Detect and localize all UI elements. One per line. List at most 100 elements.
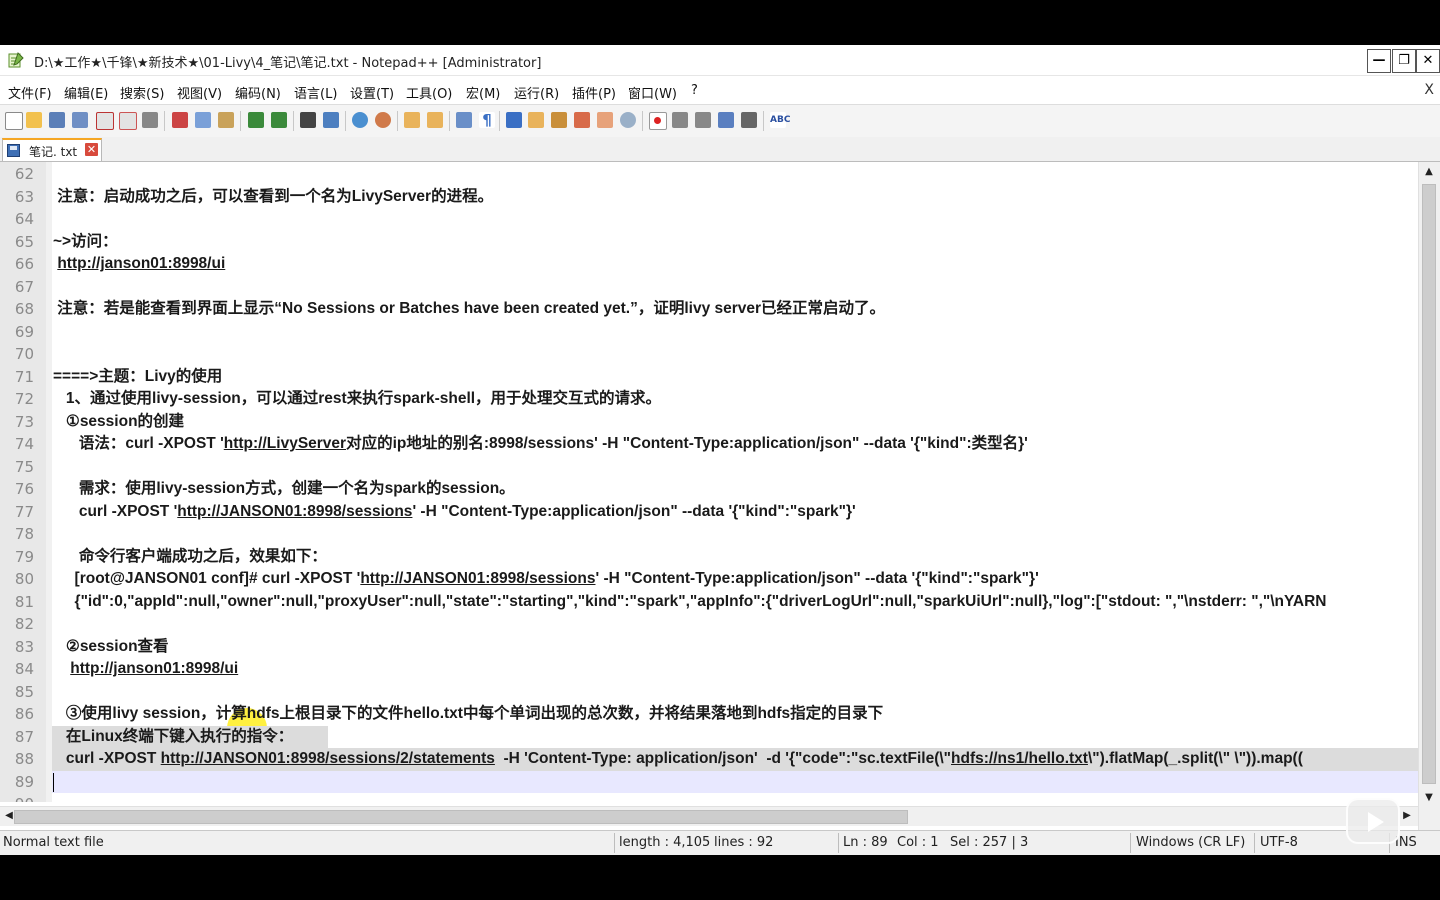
- editor-line[interactable]: 63 注意：启动成功之后，可以查看到一个名为LivyServer的进程。: [0, 186, 1418, 209]
- zoom-out-icon[interactable]: [375, 112, 391, 128]
- menu-window[interactable]: 窗口(W): [628, 83, 677, 102]
- editor-line[interactable]: 85: [0, 681, 1418, 704]
- status-encoding[interactable]: UTF-8: [1260, 835, 1298, 850]
- menu-language[interactable]: 语言(L): [294, 83, 337, 102]
- editor-line[interactable]: 72 1、通过使用livy-session，可以通过rest来执行spark-s…: [0, 388, 1418, 411]
- editor-line[interactable]: 62: [0, 163, 1418, 186]
- scroll-right-arrow-icon[interactable]: ▶: [1398, 808, 1416, 824]
- save-macro-icon[interactable]: [741, 112, 757, 128]
- menu-edit[interactable]: 编辑(E): [64, 83, 108, 102]
- zoom-in-icon[interactable]: [352, 112, 368, 128]
- horizontal-scroll-thumb[interactable]: [14, 810, 908, 824]
- redo-icon[interactable]: [271, 112, 287, 128]
- copy-icon[interactable]: [195, 112, 211, 128]
- function-list-icon[interactable]: [574, 112, 590, 128]
- undo-icon[interactable]: [248, 112, 264, 128]
- editor-line[interactable]: 76 需求：使用livy-session方式，创建一个名为spark的sessi…: [0, 478, 1418, 501]
- editor-line[interactable]: 89: [0, 770, 1418, 793]
- menu-view[interactable]: 视图(V): [177, 83, 222, 102]
- cut-icon[interactable]: [172, 112, 188, 128]
- line-number: 65: [14, 232, 34, 251]
- horizontal-scrollbar[interactable]: ◀ ▶: [0, 806, 1418, 826]
- editor-line[interactable]: 82: [0, 613, 1418, 636]
- editor-line[interactable]: 66 http://janson01:8998/ui: [0, 253, 1418, 276]
- user-defined-language-icon[interactable]: [528, 112, 544, 128]
- status-column: Col : 1: [897, 835, 939, 850]
- document-map-icon[interactable]: [551, 112, 567, 128]
- save-all-icon[interactable]: [72, 112, 88, 128]
- editor-line[interactable]: 65 ~>访问：: [0, 231, 1418, 254]
- record-macro-icon[interactable]: [649, 112, 667, 130]
- folder-as-workspace-icon[interactable]: [597, 112, 613, 128]
- editor-line[interactable]: 68 注意：若是能查看到界面上显示“No Sessions or Batches…: [0, 298, 1418, 321]
- editor-line[interactable]: 77 curl -XPOST 'http://JANSON01:8998/ses…: [0, 501, 1418, 524]
- menu-file[interactable]: 文件(F): [8, 83, 52, 102]
- editor-line[interactable]: 64: [0, 208, 1418, 231]
- tab-close-icon[interactable]: ✕: [85, 143, 98, 156]
- scroll-down-arrow-icon[interactable]: ▼: [1420, 790, 1438, 806]
- menu-run[interactable]: 运行(R): [514, 83, 559, 102]
- editor-line[interactable]: 90: [0, 793, 1418, 802]
- sync-vertical-icon[interactable]: [404, 112, 420, 128]
- title-bar[interactable]: D:\★工作★\千锋\★新技术★\01-Livy\4_笔记\笔记.txt - N…: [0, 45, 1440, 76]
- menu-tools[interactable]: 工具(O): [406, 83, 452, 102]
- editor-line[interactable]: 69: [0, 321, 1418, 344]
- scroll-up-arrow-icon[interactable]: ▲: [1420, 164, 1438, 180]
- toolbar-separator: [397, 111, 398, 131]
- line-number: 73: [14, 412, 34, 431]
- editor-line[interactable]: 75: [0, 456, 1418, 479]
- editor-line[interactable]: 86 ③使用livy session，计算hdfs上根目录下的文件hello.t…: [0, 703, 1418, 748]
- editor-line[interactable]: 83 ②session查看: [0, 636, 1418, 659]
- paste-icon[interactable]: [218, 112, 234, 128]
- editor-line[interactable]: 78: [0, 523, 1418, 546]
- menu-settings[interactable]: 设置(T): [350, 83, 394, 102]
- tab-notes-txt[interactable]: 笔记. txt ✕: [2, 138, 102, 161]
- print-icon[interactable]: [142, 112, 158, 128]
- menu-help[interactable]: ?: [691, 83, 698, 98]
- new-file-icon[interactable]: [5, 112, 23, 130]
- close-all-icon[interactable]: [119, 112, 137, 130]
- monitoring-icon[interactable]: [620, 112, 636, 128]
- editor-line[interactable]: 88 curl -XPOST http://JANSON01:8998/sess…: [0, 748, 1418, 771]
- line-number: 90: [0, 793, 34, 802]
- vertical-scrollbar[interactable]: ▲ ▼: [1418, 162, 1440, 852]
- save-icon[interactable]: [49, 112, 65, 128]
- restore-button[interactable]: ❐: [1392, 49, 1416, 73]
- vertical-scroll-thumb[interactable]: [1422, 184, 1436, 784]
- toolbar-separator: [763, 111, 764, 131]
- replace-icon[interactable]: [323, 112, 339, 128]
- editor-line[interactable]: 71 ====>主题：Livy的使用: [0, 366, 1418, 389]
- video-play-icon[interactable]: [1346, 798, 1400, 844]
- sync-horizontal-icon[interactable]: [427, 112, 443, 128]
- menu-search[interactable]: 搜索(S): [120, 83, 164, 102]
- status-eol[interactable]: Windows (CR LF): [1136, 835, 1245, 850]
- text-editor[interactable]: 62 63 注意：启动成功之后，可以查看到一个名为LivyServer的进程。 64…: [0, 162, 1418, 802]
- line-number: 82: [14, 615, 34, 633]
- minimize-button[interactable]: —: [1367, 49, 1391, 73]
- editor-line[interactable]: 81 {"id":0,"appId":null,"owner":null,"pr…: [0, 591, 1418, 614]
- editor-line[interactable]: 70: [0, 343, 1418, 366]
- play-macro-icon[interactable]: [695, 112, 711, 128]
- editor-line[interactable]: 84 http://janson01:8998/ui: [0, 658, 1418, 681]
- line-text: 在Linux终端下键入执行的指令：: [53, 727, 294, 745]
- indent-guide-icon[interactable]: [506, 112, 522, 128]
- spell-check-icon[interactable]: ABC: [770, 112, 790, 128]
- editor-line[interactable]: 73 ①session的创建: [0, 411, 1418, 434]
- menu-macro[interactable]: 宏(M): [466, 83, 500, 102]
- open-file-icon[interactable]: [26, 112, 42, 128]
- word-wrap-icon[interactable]: [456, 112, 472, 128]
- close-document-icon[interactable]: X: [1424, 82, 1434, 98]
- close-button[interactable]: ✕: [1416, 49, 1440, 73]
- close-file-icon[interactable]: [96, 112, 114, 130]
- editor-line[interactable]: 79 命令行客户端成功之后，效果如下：: [0, 546, 1418, 569]
- stop-macro-icon[interactable]: [672, 112, 688, 128]
- editor-line[interactable]: 67: [0, 276, 1418, 299]
- editor-line[interactable]: 74 语法：curl -XPOST 'http://LivyServer对应的i…: [0, 433, 1418, 456]
- editor-line[interactable]: 80 [root@JANSON01 conf]# curl -XPOST 'ht…: [0, 568, 1418, 591]
- menu-encoding[interactable]: 编码(N): [235, 83, 281, 102]
- find-icon[interactable]: [300, 112, 316, 128]
- editor-line[interactable]: 87 在Linux终端下键入执行的指令：: [0, 725, 1418, 748]
- menu-plugins[interactable]: 插件(P): [572, 83, 616, 102]
- run-macro-multiple-icon[interactable]: [718, 112, 734, 128]
- show-all-characters-icon[interactable]: ¶: [479, 112, 495, 128]
